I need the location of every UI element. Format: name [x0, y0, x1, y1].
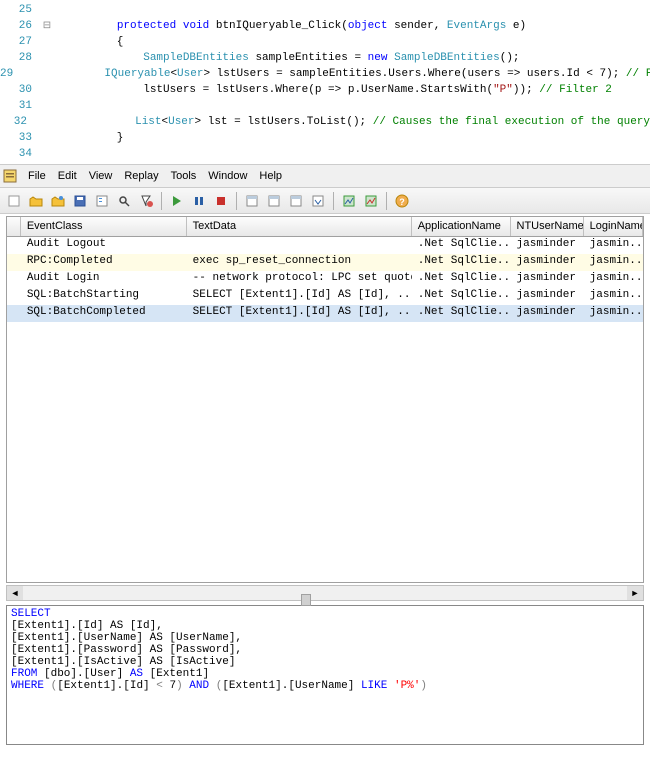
- scroll-right-icon[interactable]: ►: [627, 586, 643, 600]
- grid-cell: .Net SqlClie...: [412, 305, 511, 322]
- table-row[interactable]: Audit Login-- network protocol: LPC set …: [7, 271, 643, 288]
- code-line[interactable]: 33 }: [0, 130, 650, 146]
- grid-cell: RPC:Completed: [21, 254, 187, 271]
- grid-cell: jasmin..: [584, 288, 643, 305]
- perfmon1-icon[interactable]: [339, 191, 359, 211]
- grid-cell: .Net SqlClie...: [412, 254, 511, 271]
- new-template-icon[interactable]: [48, 191, 68, 211]
- grid-cell: .Net SqlClie...: [412, 271, 511, 288]
- sql-kw: WHERE: [11, 680, 44, 692]
- code-line[interactable]: 30 lstUsers = lstUsers.Where(p => p.User…: [0, 82, 650, 98]
- menu-tools[interactable]: Tools: [165, 168, 203, 184]
- code-line[interactable]: 31: [0, 98, 650, 114]
- events-grid[interactable]: EventClass TextData ApplicationName NTUs…: [6, 216, 644, 583]
- grid-cell: SELECT [Extent1].[Id] AS [Id], ...: [187, 305, 412, 322]
- grid-body: Audit Logout.Net SqlClie...jasminderjasm…: [7, 237, 643, 322]
- grid-cell: jasminder: [511, 254, 584, 271]
- code-line[interactable]: 27 {: [0, 34, 650, 50]
- table-row[interactable]: RPC:Completedexec sp_reset_connection.Ne…: [7, 254, 643, 271]
- sql-profiler: FileEditViewReplayToolsWindowHelp ? Even…: [0, 165, 650, 745]
- menu-bar: FileEditViewReplayToolsWindowHelp: [0, 165, 650, 188]
- grid-cell: Audit Login: [21, 271, 187, 288]
- grid-cell: -- network protocol: LPC set quote...: [187, 271, 412, 288]
- scroll-thumb[interactable]: [301, 594, 311, 606]
- menu-window[interactable]: Window: [202, 168, 253, 184]
- sql-col: [Extent1].[Id] AS [Id],: [11, 620, 639, 632]
- autoscroll-icon[interactable]: [308, 191, 328, 211]
- find-icon[interactable]: [114, 191, 134, 211]
- grid-cell: .Net SqlClie...: [412, 288, 511, 305]
- svg-text:?: ?: [399, 197, 405, 207]
- col-appname[interactable]: ApplicationName: [412, 217, 511, 236]
- grid-cell: jasminder: [511, 237, 584, 254]
- grid-cell: jasmin..: [584, 254, 643, 271]
- menu-view[interactable]: View: [83, 168, 119, 184]
- col-textdata[interactable]: TextData: [187, 217, 412, 236]
- window1-icon[interactable]: [242, 191, 262, 211]
- properties-icon[interactable]: [92, 191, 112, 211]
- sql-col: [Extent1].[IsActive] AS [IsActive]: [11, 656, 639, 668]
- code-line[interactable]: 34: [0, 146, 650, 162]
- code-line[interactable]: 26⊟ protected void btnIQueryable_Click(o…: [0, 18, 650, 34]
- menu-replay[interactable]: Replay: [118, 168, 164, 184]
- table-row[interactable]: SQL:BatchCompletedSELECT [Extent1].[Id] …: [7, 305, 643, 322]
- toolbar-sep: [386, 192, 387, 210]
- help-icon[interactable]: ?: [392, 191, 412, 211]
- grid-cell: Audit Logout: [21, 237, 187, 254]
- menu-file[interactable]: File: [22, 168, 52, 184]
- toolbar-sep: [333, 192, 334, 210]
- col-eventclass[interactable]: EventClass: [21, 217, 187, 236]
- code-line[interactable]: 28 SampleDBEntities sampleEntities = new…: [0, 50, 650, 66]
- grid-header: EventClass TextData ApplicationName NTUs…: [7, 217, 643, 237]
- sql-col: [Extent1].[Password] AS [Password],: [11, 644, 639, 656]
- open-folder-icon[interactable]: [26, 191, 46, 211]
- sql-kw: FROM: [11, 668, 37, 680]
- toolbar: ?: [0, 188, 650, 214]
- code-line[interactable]: 25: [0, 2, 650, 18]
- pause-icon[interactable]: [189, 191, 209, 211]
- new-trace-icon[interactable]: [4, 191, 24, 211]
- grid-cell: SQL:BatchCompleted: [21, 305, 187, 322]
- clear-icon[interactable]: [136, 191, 156, 211]
- scroll-left-icon[interactable]: ◄: [7, 586, 23, 600]
- menu-help[interactable]: Help: [253, 168, 288, 184]
- toolbar-sep: [236, 192, 237, 210]
- col-ntuser[interactable]: NTUserName: [511, 217, 584, 236]
- window2-icon[interactable]: [264, 191, 284, 211]
- grid-cell: jasmin..: [584, 271, 643, 288]
- run-icon[interactable]: [167, 191, 187, 211]
- grid-cell: .Net SqlClie...: [412, 237, 511, 254]
- sql-kw: SELECT: [11, 608, 51, 620]
- window3-icon[interactable]: [286, 191, 306, 211]
- perfmon2-icon[interactable]: [361, 191, 381, 211]
- app-icon: [2, 168, 18, 184]
- sql-text-pane[interactable]: SELECT [Extent1].[Id] AS [Id], [Extent1]…: [6, 605, 644, 745]
- grid-cell: jasminder: [511, 288, 584, 305]
- grid-cell: SELECT [Extent1].[Id] AS [Id], ...: [187, 288, 412, 305]
- grid-cell: jasminder: [511, 271, 584, 288]
- sql-col: [Extent1].[UserName] AS [UserName],: [11, 632, 639, 644]
- code-editor: 2526⊟ protected void btnIQueryable_Click…: [0, 0, 650, 165]
- grid-cell: jasminder: [511, 305, 584, 322]
- horizontal-scrollbar[interactable]: ◄ ►: [6, 585, 644, 601]
- code-line[interactable]: 29 IQueryable<User> lstUsers = sampleEnt…: [0, 66, 650, 82]
- table-row[interactable]: SQL:BatchStartingSELECT [Extent1].[Id] A…: [7, 288, 643, 305]
- col-login[interactable]: LoginName: [584, 217, 643, 236]
- toolbar-sep: [161, 192, 162, 210]
- menu-edit[interactable]: Edit: [52, 168, 83, 184]
- table-row[interactable]: Audit Logout .Net SqlClie...jasminderjasm…: [7, 237, 643, 254]
- grid-cell: exec sp_reset_connection: [187, 254, 412, 271]
- save-icon[interactable]: [70, 191, 90, 211]
- grid-cell: SQL:BatchStarting: [21, 288, 187, 305]
- grid-cell: [187, 237, 412, 254]
- grid-cell: jasmin..: [584, 305, 643, 322]
- grid-cell: jasmin..: [584, 237, 643, 254]
- grid-empty-area: [7, 322, 643, 582]
- code-line[interactable]: 32 List<User> lst = lstUsers.ToList(); /…: [0, 114, 650, 130]
- stop-icon[interactable]: [211, 191, 231, 211]
